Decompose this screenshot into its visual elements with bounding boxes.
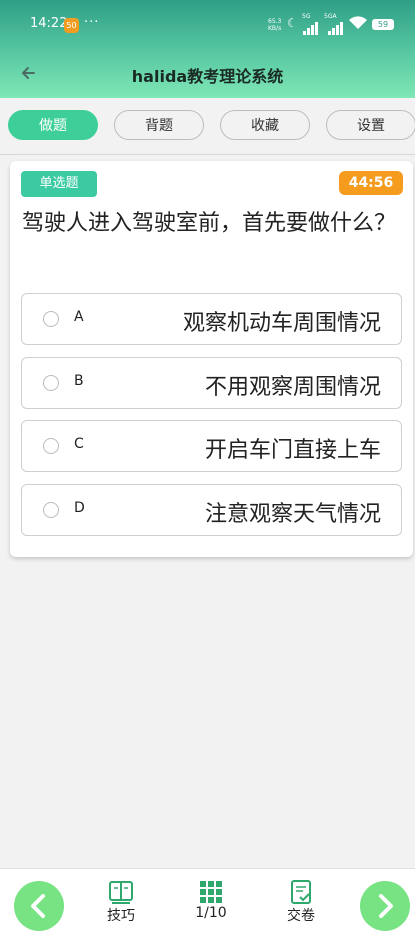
mode-tabs: 做题 背题 收藏 设置 — [0, 110, 415, 142]
status-time: 14:22 — [30, 16, 68, 31]
submit-label: 交卷 — [287, 908, 315, 924]
option-label: C — [74, 436, 84, 452]
radio-icon[interactable] — [43, 438, 59, 454]
bottom-nav: 技巧 1/10 交卷 — [0, 868, 415, 940]
option-c[interactable]: C 开启车门直接上车 — [21, 420, 402, 472]
radio-icon[interactable] — [43, 311, 59, 327]
progress-label: 1/10 — [195, 905, 227, 921]
moon-icon: ☾ — [287, 16, 298, 30]
previous-button[interactable] — [14, 881, 64, 931]
battery-icon: 59 — [372, 19, 394, 30]
progress-button[interactable]: 1/10 — [186, 879, 236, 921]
option-label: B — [74, 373, 84, 389]
chevron-right-icon — [379, 894, 393, 918]
tab-settings[interactable]: 设置 — [326, 110, 415, 140]
question-type-badge: 单选题 — [21, 171, 97, 197]
tips-label: 技巧 — [107, 908, 135, 924]
tab-memorize[interactable]: 背题 — [114, 110, 204, 140]
page-title: halida教考理论系统 — [131, 67, 284, 86]
submit-button[interactable]: 交卷 — [276, 879, 326, 925]
net-speed-value: 65.3 — [268, 18, 282, 25]
network-speed: 65.3 KB/s — [268, 18, 281, 32]
option-text: 注意观察天气情况 — [204, 502, 381, 527]
grid-icon — [200, 881, 222, 903]
signal-icon — [303, 20, 319, 35]
signal-icon-2 — [328, 20, 344, 35]
divider — [0, 154, 415, 155]
option-text: 开启车门直接上车 — [204, 438, 381, 463]
option-a[interactable]: A 观察机动车周围情况 — [21, 293, 402, 345]
tips-button[interactable]: 技巧 — [96, 879, 146, 925]
tab-practice[interactable]: 做题 — [8, 110, 98, 140]
next-button[interactable] — [360, 881, 410, 931]
status-bar: 14:22 50 ··· 65.3 KB/s ☾ 5G 5GA 59 — [0, 13, 415, 38]
option-b[interactable]: B 不用观察周围情况 — [21, 357, 402, 409]
net-speed-unit: KB/s — [268, 25, 282, 32]
option-d[interactable]: D 注意观察天气情况 — [21, 484, 402, 536]
wifi-icon — [349, 16, 367, 34]
option-text: 观察机动车周围情况 — [182, 311, 381, 336]
notification-badge-icon: 50 — [64, 18, 79, 33]
countdown-timer: 44:56 — [339, 171, 403, 195]
book-icon — [109, 881, 133, 904]
question-text: 驾驶人进入驾驶室前，首先要做什么？ — [22, 211, 397, 236]
app-header: 14:22 50 ··· 65.3 KB/s ☾ 5G 5GA 59 halid… — [0, 0, 415, 98]
radio-icon[interactable] — [43, 502, 59, 518]
radio-icon[interactable] — [43, 375, 59, 391]
option-label: A — [74, 309, 84, 325]
more-notifications-icon: ··· — [84, 15, 100, 30]
chevron-left-icon — [31, 894, 45, 918]
sig2-label: 5GA — [324, 13, 337, 20]
option-text: 不用观察周围情况 — [204, 375, 381, 400]
sig1-label: 5G — [302, 13, 311, 20]
option-label: D — [74, 500, 85, 516]
tab-favorites[interactable]: 收藏 — [220, 110, 310, 140]
document-check-icon — [291, 880, 311, 904]
question-card: 单选题 44:56 驾驶人进入驾驶室前，首先要做什么？ A 观察机动车周围情况 … — [10, 161, 413, 557]
